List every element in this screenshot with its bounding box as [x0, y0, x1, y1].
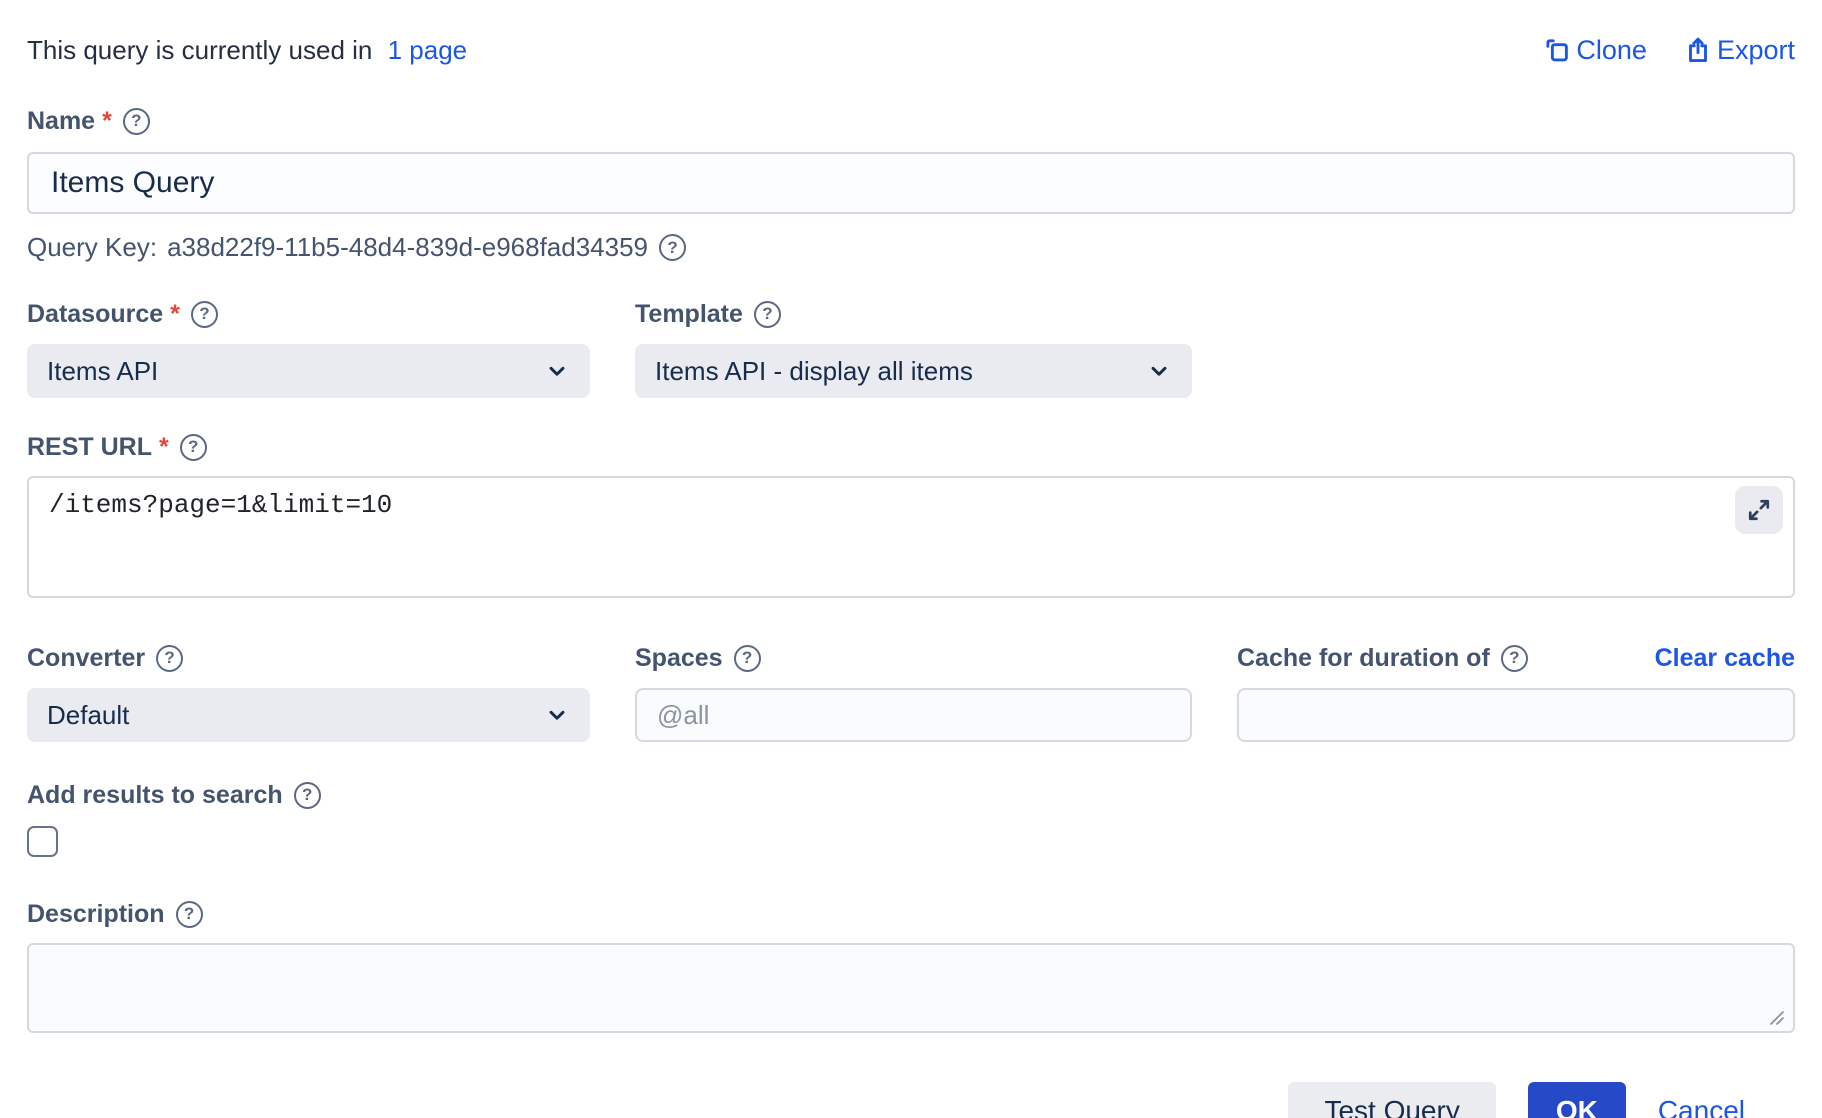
required-asterisk: *	[170, 297, 180, 331]
test-query-button[interactable]: Test Query	[1288, 1082, 1495, 1118]
export-label: Export	[1717, 35, 1795, 66]
template-label: Template ?	[635, 297, 1192, 331]
query-key-value: a38d22f9-11b5-48d4-839d-e968fad34359	[167, 232, 648, 263]
help-icon[interactable]: ?	[294, 782, 321, 809]
ok-button[interactable]: OK	[1528, 1082, 1626, 1118]
chevron-down-icon	[544, 358, 570, 384]
converter-label-text: Converter	[27, 641, 145, 675]
usage-text: This query is currently used in	[27, 35, 372, 65]
help-icon[interactable]: ?	[659, 234, 686, 261]
export-button[interactable]: Export	[1683, 35, 1795, 66]
chevron-down-icon	[544, 702, 570, 728]
query-editor-form: This query is currently used in 1 page C…	[0, 30, 1822, 1118]
help-icon[interactable]: ?	[176, 901, 203, 928]
required-asterisk: *	[159, 430, 169, 464]
help-icon[interactable]: ?	[156, 645, 183, 672]
usage-note: This query is currently used in 1 page	[27, 35, 467, 66]
converter-label: Converter ?	[27, 641, 590, 675]
name-label: Name * ?	[27, 104, 1795, 138]
cache-label: Cache for duration of ?	[1237, 641, 1528, 675]
export-icon	[1683, 35, 1713, 65]
help-icon[interactable]: ?	[1501, 645, 1528, 672]
converter-spaces-cache-row: Converter ? Default Spaces ? Cache for d…	[27, 641, 1795, 742]
spaces-input[interactable]	[635, 688, 1192, 742]
clear-cache-link[interactable]: Clear cache	[1655, 641, 1795, 675]
rest-url-label: REST URL * ?	[27, 430, 1795, 464]
spaces-field: Spaces ?	[635, 641, 1192, 742]
description-label: Description ?	[27, 897, 1795, 931]
datasource-label-text: Datasource	[27, 297, 163, 331]
clone-label: Clone	[1576, 35, 1647, 66]
add-results-label-text: Add results to search	[27, 778, 283, 812]
name-input[interactable]	[27, 152, 1795, 214]
clone-icon	[1542, 35, 1572, 65]
expand-icon	[1745, 496, 1773, 524]
top-bar: This query is currently used in 1 page C…	[27, 30, 1795, 70]
usage-pages-link[interactable]: 1 page	[388, 35, 468, 65]
datasource-label: Datasource * ?	[27, 297, 590, 331]
help-icon[interactable]: ?	[734, 645, 761, 672]
help-icon[interactable]: ?	[191, 301, 218, 328]
help-icon[interactable]: ?	[180, 434, 207, 461]
add-results-checkbox[interactable]	[27, 826, 58, 857]
query-key: Query Key: a38d22f9-11b5-48d4-839d-e968f…	[27, 232, 1795, 263]
converter-field: Converter ? Default	[27, 641, 590, 742]
chevron-down-icon	[1146, 358, 1172, 384]
query-key-label: Query Key:	[27, 232, 157, 263]
converter-select[interactable]: Default	[27, 688, 590, 742]
cache-label-row: Cache for duration of ? Clear cache	[1237, 641, 1795, 675]
template-select[interactable]: Items API - display all items	[635, 344, 1192, 398]
rest-url-wrap: /items?page=1&limit=10	[27, 476, 1795, 603]
datasource-select[interactable]: Items API	[27, 344, 590, 398]
description-label-text: Description	[27, 897, 165, 931]
datasource-template-row: Datasource * ? Items API Template ? Item…	[27, 297, 1795, 398]
cache-duration-input[interactable]	[1237, 688, 1795, 742]
converter-selected-value: Default	[47, 700, 129, 731]
template-field: Template ? Items API - display all items	[635, 297, 1192, 398]
rest-url-textarea[interactable]: /items?page=1&limit=10	[27, 476, 1795, 598]
add-results-label: Add results to search ?	[27, 778, 1795, 812]
spaces-label: Spaces ?	[635, 641, 1192, 675]
header-actions: Clone Export	[1542, 35, 1795, 66]
name-label-text: Name	[27, 104, 95, 138]
help-icon[interactable]: ?	[754, 301, 781, 328]
datasource-selected-value: Items API	[47, 356, 158, 387]
spaces-label-text: Spaces	[635, 641, 723, 675]
template-selected-value: Items API - display all items	[655, 356, 973, 387]
expand-button[interactable]	[1735, 486, 1783, 534]
cache-label-text: Cache for duration of	[1237, 641, 1490, 675]
template-label-text: Template	[635, 297, 743, 331]
cache-field: Cache for duration of ? Clear cache	[1237, 641, 1795, 742]
required-asterisk: *	[102, 104, 112, 138]
datasource-field: Datasource * ? Items API	[27, 297, 590, 398]
description-wrap	[27, 943, 1795, 1038]
description-textarea[interactable]	[27, 943, 1795, 1033]
help-icon[interactable]: ?	[123, 108, 150, 135]
clone-button[interactable]: Clone	[1542, 35, 1647, 66]
cancel-button[interactable]: Cancel	[1658, 1095, 1745, 1118]
rest-url-label-text: REST URL	[27, 430, 152, 464]
footer-actions: Test Query OK Cancel	[27, 1082, 1795, 1118]
